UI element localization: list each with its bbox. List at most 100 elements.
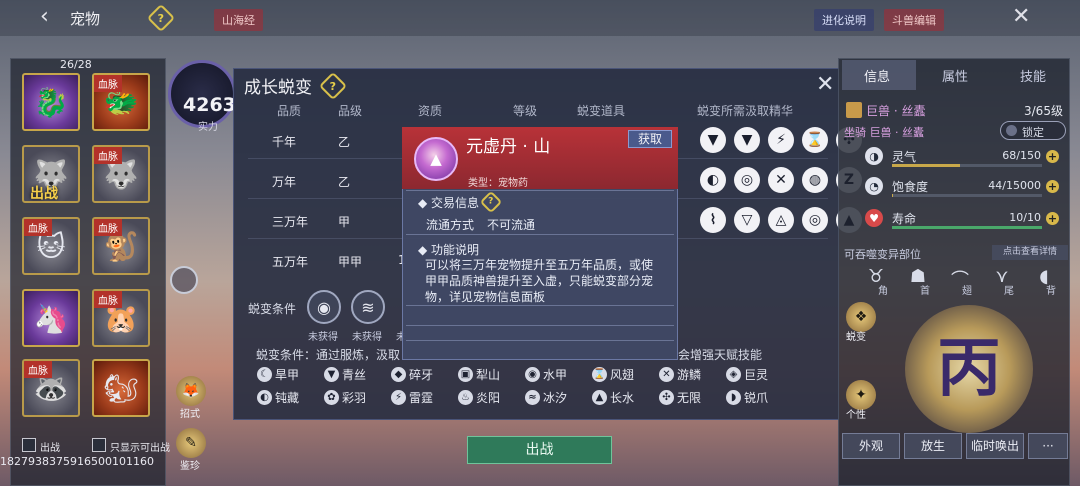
row-quality: 三万年: [272, 215, 309, 229]
header-aptitude: 资质: [418, 104, 443, 118]
bloodline-tag: 血脉: [94, 291, 122, 308]
tab-info[interactable]: 信息: [864, 66, 890, 85]
essence-glyph-icon: ◆: [391, 367, 406, 382]
release-button[interactable]: 放生: [904, 433, 962, 459]
dou-edit-button[interactable]: 斗兽编辑: [884, 9, 944, 31]
essence-icon[interactable]: ⌛: [802, 127, 828, 153]
trade-title-text: 交易信息: [431, 196, 480, 210]
add-icon[interactable]: +: [1046, 150, 1059, 163]
essence-icon[interactable]: ⚡: [768, 127, 794, 153]
func-description: 可以将三万年宠物提升至五万年品质，或使甲甲品质神兽提升至入虚，只能蜕变部分宠物，…: [425, 258, 654, 304]
header-quality: 品质: [277, 104, 302, 118]
essence-entry[interactable]: ☾ 旱甲: [257, 366, 324, 383]
essence-entry[interactable]: ✣ 无限: [659, 389, 726, 406]
pet-slot[interactable]: 血脉 🐒: [92, 217, 150, 275]
show-available-checkbox[interactable]: [92, 438, 106, 452]
essence-icon[interactable]: ◍: [802, 167, 828, 193]
header-level: 等级: [513, 104, 538, 118]
essence-name: 碎牙: [409, 368, 434, 382]
essence-entry[interactable]: ▲ 长水: [592, 389, 659, 406]
pet-level: 3/65级: [1024, 104, 1063, 118]
skill-icon[interactable]: 🦊: [176, 376, 206, 406]
essence-name: 水甲: [543, 368, 568, 382]
essence-entry[interactable]: ◉ 水甲: [525, 366, 592, 383]
swirl-icon[interactable]: [170, 266, 198, 294]
condition-label: 蜕变条件: [248, 302, 297, 316]
temp-summon-button[interactable]: 临时唤出: [966, 433, 1024, 459]
pet-portrait: 🐿: [103, 371, 139, 405]
essence-entry[interactable]: ⌛ 风翅: [592, 366, 659, 383]
essence-entry[interactable]: ◆ 碎牙: [391, 366, 458, 383]
back-icon[interactable]: ‹: [40, 6, 49, 28]
essence-icon[interactable]: ◎: [802, 207, 828, 233]
essence-entry[interactable]: ◐ 钝藏: [257, 389, 324, 406]
essence-entry[interactable]: ✿ 彩羽: [324, 389, 391, 406]
appraise-icon[interactable]: ✎: [176, 428, 206, 458]
essence-icon[interactable]: ▼: [734, 127, 760, 153]
pet-slot[interactable]: 血脉 🐺: [92, 145, 150, 203]
pet-slot[interactable]: 血脉 🐹: [92, 289, 150, 347]
deploy-button[interactable]: 出战: [467, 436, 612, 464]
page-title: 宠物: [70, 10, 101, 28]
essence-icon[interactable]: ⌇: [700, 207, 726, 233]
essence-entry[interactable]: ⚡ 雷霆: [391, 389, 458, 406]
pet-slot[interactable]: 🦄: [22, 289, 80, 347]
pet-slot[interactable]: 🐺 出战: [22, 145, 80, 203]
essence-entry[interactable]: ♨ 炎阳: [458, 389, 525, 406]
condition-text-tail: 会增强天赋技能: [678, 348, 763, 362]
pet-slot[interactable]: 血脉 🐲: [92, 73, 150, 131]
trait-side-label: 个性: [846, 410, 866, 421]
essence-entry[interactable]: ◗ 锐爪: [726, 389, 793, 406]
mount-species: 坐骑 巨兽 · 丝蠹: [844, 126, 924, 139]
show-battle-checkbox[interactable]: [22, 438, 36, 452]
add-icon[interactable]: +: [1046, 180, 1059, 193]
essence-icon[interactable]: ◐: [700, 167, 726, 193]
mutation-part-label: 首: [920, 286, 930, 297]
get-button[interactable]: 获取: [628, 130, 672, 148]
bloodline-tag: 血脉: [94, 219, 122, 236]
evolve-side-glyph: ❖: [854, 309, 868, 325]
pet-slot[interactable]: 血脉 🐱: [22, 217, 80, 275]
pet-slot[interactable]: 🐉: [22, 73, 80, 131]
essence-entry[interactable]: ◈ 巨灵: [726, 366, 793, 383]
pet-portrait: 🐉: [33, 85, 69, 119]
essence-icon[interactable]: ✕: [768, 167, 794, 193]
pet-slot[interactable]: 血脉 🦝: [22, 359, 80, 417]
condition-icon-2[interactable]: ≋: [351, 290, 385, 324]
stat-bar: [892, 226, 1042, 229]
row-quality: 五万年: [272, 255, 309, 269]
essence-glyph-icon: ◐: [257, 390, 272, 405]
tab-attributes[interactable]: 属性: [942, 66, 968, 85]
essence-icon[interactable]: ◬: [768, 207, 794, 233]
mutation-detail-button[interactable]: 点击查看详情: [992, 245, 1068, 260]
stat-label: 灵气: [892, 150, 917, 164]
condition-text: 蜕变条件：通过服炼，汲取: [256, 348, 401, 362]
essence-name: 长水: [610, 391, 635, 405]
essence-icon[interactable]: ▽: [734, 207, 760, 233]
evolve-desc-button[interactable]: 进化说明: [814, 9, 874, 31]
essence-name: 炎阳: [476, 391, 501, 405]
close-icon[interactable]: ✕: [1012, 6, 1030, 28]
condition-icon-1[interactable]: ◉: [307, 290, 341, 324]
essence-icon[interactable]: ▼: [700, 127, 726, 153]
add-icon[interactable]: +: [1046, 212, 1059, 225]
essence-glyph-icon: ▼: [324, 367, 339, 382]
shanhaijing-tag[interactable]: 山海经: [214, 9, 263, 31]
mutation-part-label: 背: [1046, 286, 1056, 297]
tab-skills[interactable]: 技能: [1020, 66, 1046, 85]
essence-entry[interactable]: ▼ 青丝: [324, 366, 391, 383]
rune-glyph: 丙: [937, 332, 1001, 406]
more-button[interactable]: ···: [1028, 433, 1068, 459]
essence-entry[interactable]: ≈ 冰汐: [525, 389, 592, 406]
help-icon-glyph: ?: [157, 11, 165, 25]
pet-slot[interactable]: 🐿: [92, 359, 150, 417]
mutation-part-label: 尾: [1004, 286, 1014, 297]
dialog-close-icon[interactable]: ✕: [816, 72, 834, 97]
appearance-button[interactable]: 外观: [842, 433, 900, 459]
essence-icon[interactable]: ◎: [734, 167, 760, 193]
essence-entry[interactable]: ▣ 犁山: [458, 366, 525, 383]
player-id: 1827938375916500101160: [0, 455, 154, 468]
trade-title: ◆ 交易信息: [418, 196, 480, 210]
essence-entry[interactable]: ✕ 游鳞: [659, 366, 726, 383]
condition-glyph-2: ≋: [361, 297, 375, 317]
